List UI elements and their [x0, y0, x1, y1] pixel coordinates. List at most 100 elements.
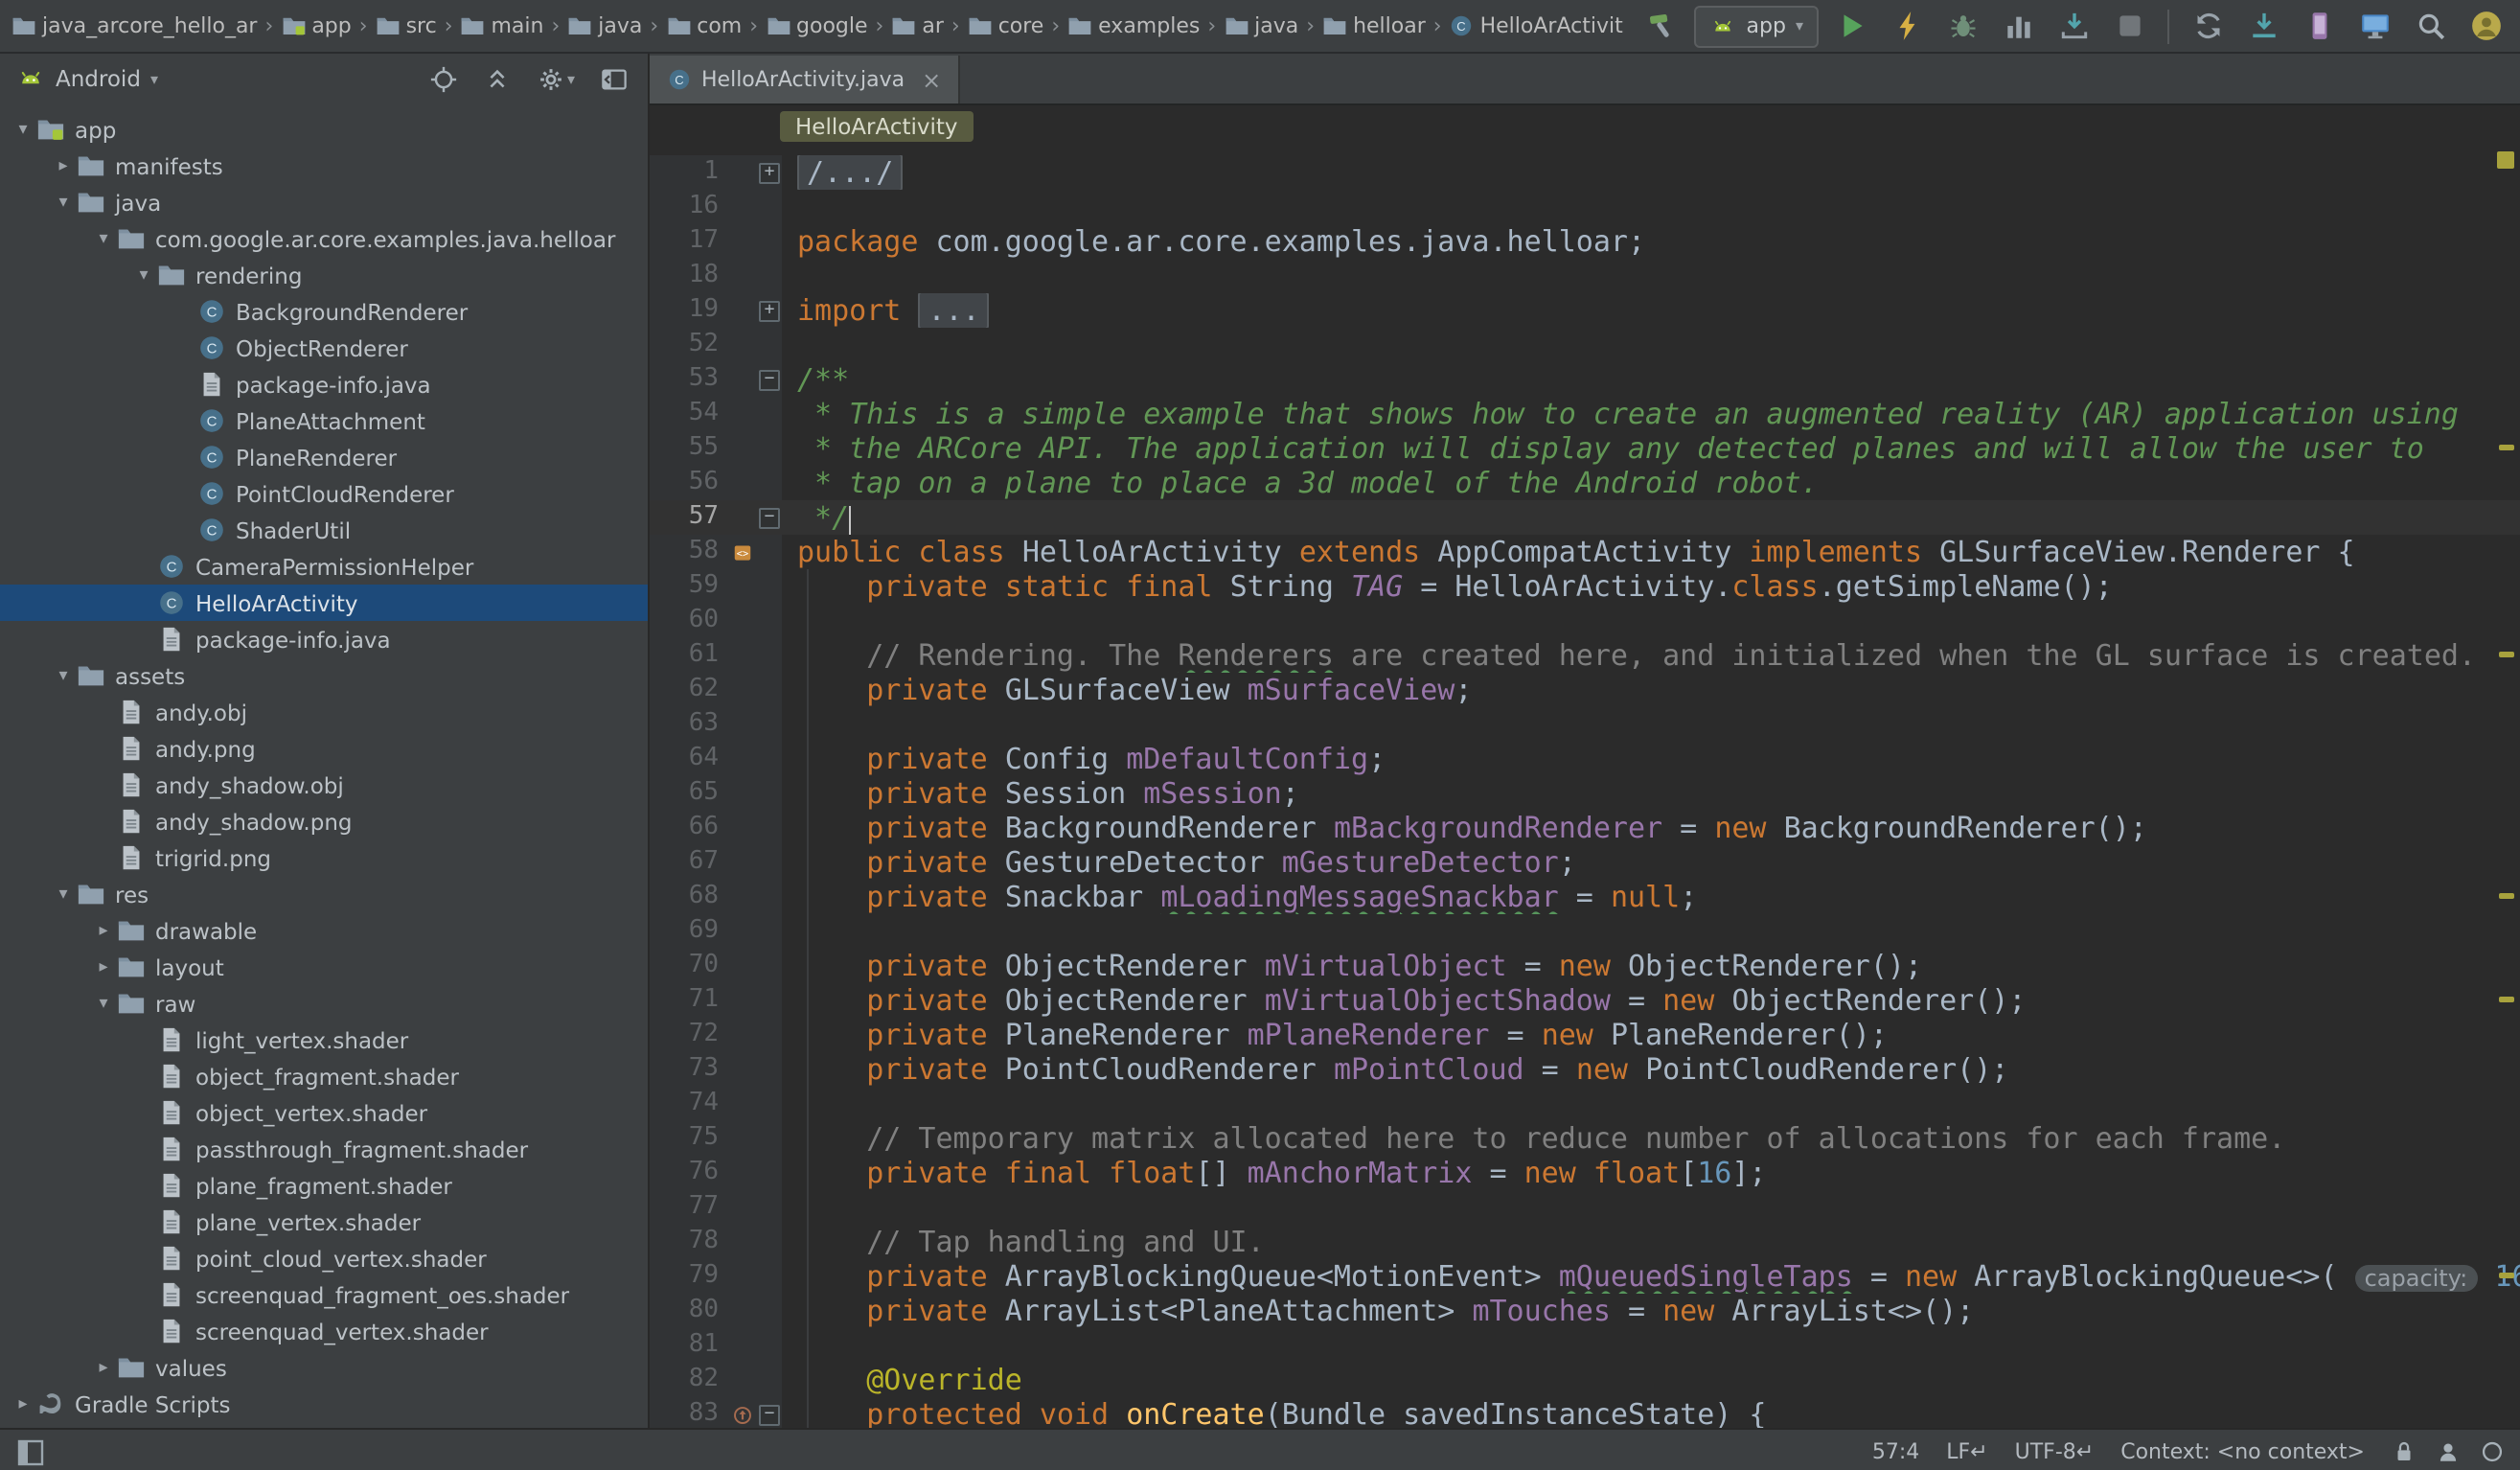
hide-panel-button[interactable]	[596, 60, 632, 97]
override-icon[interactable]	[726, 1397, 757, 1428]
search-everywhere-button[interactable]	[2407, 5, 2453, 47]
code-line-63[interactable]: 63	[650, 707, 2520, 742]
code-line-74[interactable]: 74	[650, 1087, 2520, 1121]
tree-item-raw[interactable]: ▾raw	[0, 985, 648, 1022]
code-line-55[interactable]: 55 * the ARCore API. The application wil…	[650, 431, 2520, 466]
related-xml-icon[interactable]: <>	[726, 535, 757, 569]
code-line-81[interactable]: 81	[650, 1328, 2520, 1363]
tree-item-values[interactable]: ▸values	[0, 1349, 648, 1386]
code-line-59[interactable]: 59 private static final String TAG = Hel…	[650, 569, 2520, 604]
code-line-57[interactable]: 57− */	[650, 500, 2520, 535]
settings-button[interactable]: ▾	[533, 60, 579, 97]
device-file-explorer-button[interactable]	[2296, 5, 2342, 47]
tree-item-light-vertex-shader[interactable]: light_vertex.shader	[0, 1022, 648, 1058]
code-line-19[interactable]: 19+import ...	[650, 293, 2520, 328]
collapsed-arrow-icon[interactable]: ▸	[52, 156, 75, 175]
tree-item-andy-shadow-png[interactable]: andy_shadow.png	[0, 803, 648, 839]
collapse-all-button[interactable]	[479, 60, 515, 97]
tree-item-object-fragment-shader[interactable]: object_fragment.shader	[0, 1058, 648, 1094]
tree-item-shaderutil[interactable]: CShaderUtil	[0, 512, 648, 548]
code-line-62[interactable]: 62 private GLSurfaceView mSurfaceView;	[650, 673, 2520, 707]
expanded-arrow-icon[interactable]: ▾	[92, 994, 115, 1013]
tree-item-helloaractivity[interactable]: CHelloArActivity	[0, 585, 648, 621]
run-config-select[interactable]: app▾	[1695, 5, 1819, 47]
code-line-73[interactable]: 73 private PointCloudRenderer mPointClou…	[650, 1052, 2520, 1087]
code-line-83[interactable]: 83− protected void onCreate(Bundle saved…	[650, 1397, 2520, 1428]
code-line-58[interactable]: 58<>public class HelloArActivity extends…	[650, 535, 2520, 569]
error-stripe[interactable]	[2493, 148, 2520, 1428]
build-button[interactable]	[1639, 5, 1685, 47]
code-line-53[interactable]: 53−/**	[650, 362, 2520, 397]
nav-item-google[interactable]: google	[766, 13, 868, 38]
apply-changes-button[interactable]	[1884, 5, 1930, 47]
expanded-arrow-icon[interactable]: ▾	[11, 120, 34, 139]
code-line-17[interactable]: 17package com.google.ar.core.examples.ja…	[650, 224, 2520, 259]
tree-item-andy-png[interactable]: andy.png	[0, 730, 648, 767]
tree-item-passthrough-fragment-shader[interactable]: passthrough_fragment.shader	[0, 1131, 648, 1167]
nav-item-main[interactable]: main	[461, 13, 544, 38]
fold-marker-plus[interactable]: +	[757, 155, 782, 190]
tree-item-objectrenderer[interactable]: CObjectRenderer	[0, 330, 648, 366]
tree-item-screenquad-fragment-oes-shader[interactable]: screenquad_fragment_oes.shader	[0, 1276, 648, 1313]
code-line-77[interactable]: 77	[650, 1190, 2520, 1225]
tab-helloaractivity-java[interactable]: C HelloArActivity.java ×	[650, 56, 960, 103]
context-widget[interactable]: Context: <no context>	[2120, 1439, 2365, 1464]
warning-stripe-mark[interactable]	[2499, 652, 2514, 657]
nav-item-ar[interactable]: ar	[891, 13, 944, 38]
tree-item-andy-shadow-obj[interactable]: andy_shadow.obj	[0, 767, 648, 803]
code-line-61[interactable]: 61 // Rendering. The Renderers are creat…	[650, 638, 2520, 673]
tree-item-backgroundrenderer[interactable]: CBackgroundRenderer	[0, 293, 648, 330]
file-status-indicator[interactable]	[2497, 151, 2514, 169]
tree-item-point-cloud-vertex-shader[interactable]: point_cloud_vertex.shader	[0, 1240, 648, 1276]
nav-item-helloaractivity[interactable]: CHelloArActivity	[1450, 13, 1624, 38]
tree-item-manifests[interactable]: ▸manifests	[0, 148, 648, 184]
tree-item-trigrid-png[interactable]: trigrid.png	[0, 839, 648, 876]
nav-item-core[interactable]: core	[968, 13, 1044, 38]
tree-item-java[interactable]: ▾java	[0, 184, 648, 220]
code-line-79[interactable]: 79 private ArrayBlockingQueue<MotionEven…	[650, 1259, 2520, 1294]
code-line-1[interactable]: 1+/.../	[650, 155, 2520, 190]
warning-stripe-mark[interactable]	[2499, 1273, 2514, 1278]
nav-item-helloar[interactable]: helloar	[1322, 13, 1426, 38]
tree-item-res[interactable]: ▾res	[0, 876, 648, 912]
line-separator-widget[interactable]: LF↵	[1946, 1439, 1987, 1464]
code-line-75[interactable]: 75 // Temporary matrix allocated here to…	[650, 1121, 2520, 1156]
nav-item-java[interactable]: java	[1224, 13, 1298, 38]
expanded-arrow-icon[interactable]: ▾	[52, 193, 75, 212]
collapsed-arrow-icon[interactable]: ▸	[11, 1394, 34, 1413]
code-line-18[interactable]: 18	[650, 259, 2520, 293]
avd-manager-button[interactable]	[2351, 5, 2397, 47]
locate-file-button[interactable]	[425, 60, 462, 97]
nav-item-examples[interactable]: examples	[1067, 13, 1200, 38]
breadcrumb-class-chip[interactable]: HelloArActivity	[780, 111, 974, 142]
expanded-arrow-icon[interactable]: ▾	[52, 884, 75, 904]
lock-button[interactable]	[2392, 1439, 2417, 1464]
expanded-arrow-icon[interactable]: ▾	[132, 265, 155, 285]
tree-item-planeattachment[interactable]: CPlaneAttachment	[0, 402, 648, 439]
account-button[interactable]	[2463, 5, 2509, 47]
sdk-manager-button[interactable]	[2240, 5, 2286, 47]
code-line-56[interactable]: 56 * tap on a plane to place a 3d model …	[650, 466, 2520, 500]
code-line-71[interactable]: 71 private ObjectRenderer mVirtualObject…	[650, 983, 2520, 1018]
tree-item-camerapermissionhelper[interactable]: CCameraPermissionHelper	[0, 548, 648, 585]
tree-item-plane-fragment-shader[interactable]: plane_fragment.shader	[0, 1167, 648, 1204]
tree-item-com-google-ar-core-examples-java-helloar[interactable]: ▾com.google.ar.core.examples.java.helloa…	[0, 220, 648, 257]
code-line-64[interactable]: 64 private Config mDefaultConfig;	[650, 742, 2520, 776]
warning-stripe-mark[interactable]	[2499, 997, 2514, 1002]
collapsed-arrow-icon[interactable]: ▸	[92, 921, 115, 940]
tree-item-andy-obj[interactable]: andy.obj	[0, 694, 648, 730]
debug-button[interactable]	[1939, 5, 1985, 47]
collapsed-arrow-icon[interactable]: ▸	[92, 957, 115, 976]
attach-debugger-button[interactable]	[2050, 5, 2096, 47]
code-line-68[interactable]: 68 private Snackbar mLoadingMessageSnack…	[650, 880, 2520, 914]
tree-item-assets[interactable]: ▾assets	[0, 657, 648, 694]
tree-item-drawable[interactable]: ▸drawable	[0, 912, 648, 949]
fold-marker-end[interactable]: −	[757, 500, 782, 535]
code-line-72[interactable]: 72 private PlaneRenderer mPlaneRenderer …	[650, 1018, 2520, 1052]
code-line-65[interactable]: 65 private Session mSession;	[650, 776, 2520, 811]
code-line-78[interactable]: 78 // Tap handling and UI.	[650, 1225, 2520, 1259]
expanded-arrow-icon[interactable]: ▾	[92, 229, 115, 248]
code-line-70[interactable]: 70 private ObjectRenderer mVirtualObject…	[650, 949, 2520, 983]
nav-item-com[interactable]: com	[666, 13, 742, 38]
tree-item-gradle-scripts[interactable]: ▸Gradle Scripts	[0, 1386, 648, 1422]
